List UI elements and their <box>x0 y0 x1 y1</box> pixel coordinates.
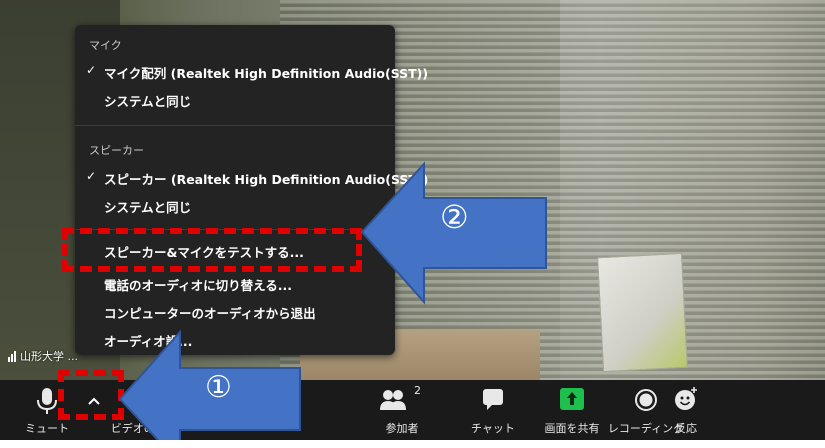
bottom-border <box>0 440 825 448</box>
menu-item-label: 電話のオーディオに切り替える... <box>104 278 292 293</box>
participants-count: 2 <box>414 384 421 397</box>
menu-item-label: マイク配列 (Realtek High Definition Audio(SST… <box>104 66 429 81</box>
signal-icon <box>8 350 16 362</box>
participants-button[interactable]: 2 参加者 <box>372 380 432 440</box>
record-icon <box>635 389 657 411</box>
participants-icon <box>380 390 406 410</box>
menu-item-label: システムと同じ <box>104 200 192 215</box>
desk-object <box>597 252 688 373</box>
zoom-window: 山形大学 ... ミュート ビデオの... 2 参加者 チャット 画面を共有 レ… <box>0 0 825 448</box>
menu-item-mic-array[interactable]: ✓ マイク配列 (Realtek High Definition Audio(S… <box>75 63 428 83</box>
mic-section-header: マイク <box>89 39 122 52</box>
audio-options-menu: マイク ✓ マイク配列 (Realtek High Definition Aud… <box>75 25 428 355</box>
chat-label: チャット <box>471 422 515 435</box>
participants-label: 参加者 <box>385 422 419 435</box>
menu-item-leave-computer-audio[interactable]: コンピューターのオーディオから退出 <box>75 303 395 323</box>
menu-item-switch-phone-audio[interactable]: 電話のオーディオに切り替える... <box>75 275 395 295</box>
menu-item-label: コンピューターのオーディオから退出 <box>104 306 316 321</box>
chat-button[interactable]: チャット <box>468 380 518 440</box>
check-icon: ✓ <box>86 63 97 77</box>
highlight-caret <box>58 370 124 420</box>
menu-item-speaker-system[interactable]: システムと同じ <box>75 197 395 217</box>
reactions-button[interactable]: 反応 <box>664 380 708 440</box>
share-screen-icon <box>560 388 584 410</box>
speaker-section-header: スピーカー <box>89 144 144 157</box>
participant-name: 山形大学 ... <box>20 350 78 363</box>
microphone-icon <box>37 388 57 414</box>
reactions-label: 反応 <box>675 422 697 435</box>
menu-divider <box>75 125 395 126</box>
share-screen-label: 画面を共有 <box>544 422 600 435</box>
share-screen-button[interactable]: 画面を共有 <box>536 380 608 440</box>
chat-icon <box>483 389 503 410</box>
mute-label: ミュート <box>25 422 69 435</box>
highlight-test-item <box>62 228 362 272</box>
step-2-label: ② <box>440 198 469 236</box>
check-icon: ✓ <box>86 169 97 183</box>
menu-item-mic-system[interactable]: システムと同じ <box>75 91 395 111</box>
menu-item-speaker[interactable]: ✓ スピーカー (Realtek High Definition Audio(S… <box>75 169 428 189</box>
menu-item-label: システムと同じ <box>104 94 192 109</box>
participant-name-label: 山形大学 ... <box>8 348 78 364</box>
reaction-icon <box>675 387 697 410</box>
step-1-label: ① <box>205 370 232 405</box>
